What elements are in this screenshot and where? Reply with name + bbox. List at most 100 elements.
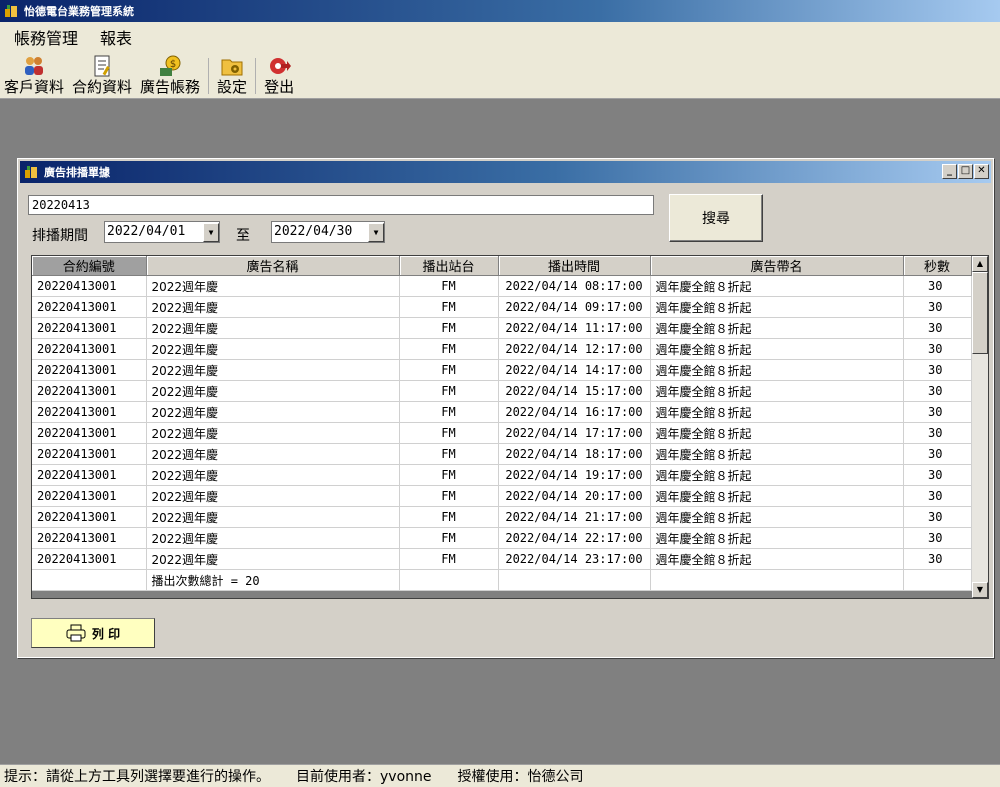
contract-button[interactable]: 合約資料 bbox=[68, 54, 136, 98]
search-button[interactable]: 搜尋 bbox=[669, 194, 763, 242]
chevron-down-icon[interactable]: ▼ bbox=[368, 223, 384, 242]
cell-contract-no: 20220413001 bbox=[32, 548, 147, 570]
cell-seconds: 30 bbox=[903, 338, 972, 360]
total-empty-cell bbox=[32, 569, 147, 591]
date-from-value: 2022/04/01 bbox=[107, 224, 186, 239]
cell-station: FM bbox=[399, 527, 499, 549]
chevron-down-icon[interactable]: ▼ bbox=[203, 223, 219, 242]
print-button[interactable]: 列 印 bbox=[31, 618, 155, 648]
cell-seconds: 30 bbox=[903, 485, 972, 507]
date-from-picker[interactable]: 2022/04/01 ▼ bbox=[104, 221, 220, 243]
table-row[interactable]: 20220413001 2022週年慶 FM 2022/04/14 11:17:00 週… bbox=[32, 317, 972, 339]
table-row[interactable]: 20220413001 2022週年慶 FM 2022/04/14 14:17:00 週… bbox=[32, 359, 972, 381]
scroll-down-icon[interactable]: ▼ bbox=[972, 582, 988, 598]
date-to-picker[interactable]: 2022/04/30 ▼ bbox=[271, 221, 385, 243]
schedule-table: 合約編號 廣告名稱 播出站台 播出時間 廣告帶名 秒數 20220413001 2… bbox=[32, 256, 972, 591]
cell-seconds: 30 bbox=[903, 296, 972, 318]
status-license: 授權使用：怡德公司 bbox=[457, 769, 584, 785]
table-row[interactable]: 20220413001 2022週年慶 FM 2022/04/14 18:17:00 週… bbox=[32, 443, 972, 465]
customer-button[interactable]: 客戶資料 bbox=[0, 54, 68, 98]
cell-station: FM bbox=[399, 401, 499, 423]
cell-contract-no: 20220413001 bbox=[32, 401, 147, 423]
child-title: 廣告排播單據 bbox=[44, 166, 110, 179]
cell-ad-name: 2022週年慶 bbox=[146, 359, 400, 381]
schedule-grid[interactable]: 合約編號 廣告名稱 播出站台 播出時間 廣告帶名 秒數 20220413001 2… bbox=[31, 255, 989, 599]
cell-air-time: 2022/04/14 14:17:00 bbox=[498, 359, 651, 381]
cell-station: FM bbox=[399, 296, 499, 318]
cell-station: FM bbox=[399, 359, 499, 381]
table-row[interactable]: 20220413001 2022週年慶 FM 2022/04/14 09:17:00 週… bbox=[32, 296, 972, 318]
table-row[interactable]: 20220413001 2022週年慶 FM 2022/04/14 21:17:00 週… bbox=[32, 506, 972, 528]
scroll-thumb[interactable] bbox=[972, 272, 988, 354]
cell-ad-name: 2022週年慶 bbox=[146, 296, 400, 318]
minimize-button[interactable]: _ bbox=[942, 164, 957, 179]
window-controls: _ □ ✕ bbox=[942, 164, 989, 179]
maximize-button[interactable]: □ bbox=[958, 164, 973, 179]
col-seconds[interactable]: 秒數 bbox=[903, 256, 972, 276]
period-label: 排播期間 bbox=[32, 228, 88, 244]
table-row[interactable]: 20220413001 2022週年慶 FM 2022/04/14 16:17:00 週… bbox=[32, 401, 972, 423]
toolbar-separator bbox=[208, 58, 210, 94]
cell-air-time: 2022/04/14 11:17:00 bbox=[498, 317, 651, 339]
cell-air-time: 2022/04/14 21:17:00 bbox=[498, 506, 651, 528]
cell-station: FM bbox=[399, 380, 499, 402]
cell-ad-name: 2022週年慶 bbox=[146, 464, 400, 486]
table-row[interactable]: 20220413001 2022週年慶 FM 2022/04/14 08:17:00 週… bbox=[32, 275, 972, 297]
table-row[interactable]: 20220413001 2022週年慶 FM 2022/04/14 17:17:00 週… bbox=[32, 422, 972, 444]
cell-tape-name: 週年慶全館８折起 bbox=[650, 359, 904, 381]
table-header: 合約編號 廣告名稱 播出站台 播出時間 廣告帶名 秒數 bbox=[32, 256, 972, 276]
contract-label: 合約資料 bbox=[72, 78, 133, 96]
contract-search-input[interactable]: 20220413 bbox=[28, 195, 654, 215]
menu-reports[interactable]: 報表 bbox=[86, 25, 140, 49]
cell-ad-name: 2022週年慶 bbox=[146, 380, 400, 402]
table-row[interactable]: 20220413001 2022週年慶 FM 2022/04/14 20:17:00 週… bbox=[32, 485, 972, 507]
child-titlebar[interactable]: 廣告排播單據 _ □ ✕ bbox=[20, 161, 991, 183]
cell-seconds: 30 bbox=[903, 443, 972, 465]
table-row[interactable]: 20220413001 2022週年慶 FM 2022/04/14 23:17:00 週… bbox=[32, 548, 972, 570]
cell-seconds: 30 bbox=[903, 422, 972, 444]
cell-tape-name: 週年慶全館８折起 bbox=[650, 317, 904, 339]
toolbar-separator bbox=[255, 58, 257, 94]
table-row[interactable]: 20220413001 2022週年慶 FM 2022/04/14 19:17:00 週… bbox=[32, 464, 972, 486]
total-empty-cell bbox=[399, 569, 499, 591]
vertical-scrollbar[interactable]: ▲ ▼ bbox=[972, 256, 988, 598]
cell-contract-no: 20220413001 bbox=[32, 527, 147, 549]
toolbar: 客戶資料 合約資料 $ 廣告帳務 設定 登出 bbox=[0, 52, 1000, 99]
col-tape-name[interactable]: 廣告帶名 bbox=[650, 256, 904, 276]
logout-label: 登出 bbox=[264, 78, 295, 96]
total-count: 播出次數總計 = 20 bbox=[146, 569, 400, 591]
col-air-time[interactable]: 播出時間 bbox=[498, 256, 651, 276]
col-ad-name[interactable]: 廣告名稱 bbox=[146, 256, 400, 276]
cell-ad-name: 2022週年慶 bbox=[146, 443, 400, 465]
settings-label: 設定 bbox=[217, 78, 248, 96]
close-button[interactable]: ✕ bbox=[974, 164, 989, 179]
cell-contract-no: 20220413001 bbox=[32, 443, 147, 465]
cell-tape-name: 週年慶全館８折起 bbox=[650, 548, 904, 570]
logout-button[interactable]: 登出 bbox=[260, 54, 298, 98]
total-empty-cell bbox=[650, 569, 904, 591]
cell-seconds: 30 bbox=[903, 464, 972, 486]
menu-accounting[interactable]: 帳務管理 bbox=[0, 25, 86, 49]
date-to-value: 2022/04/30 bbox=[274, 224, 353, 239]
ad-billing-button[interactable]: $ 廣告帳務 bbox=[136, 54, 204, 98]
settings-button[interactable]: 設定 bbox=[213, 54, 251, 98]
table-row[interactable]: 20220413001 2022週年慶 FM 2022/04/14 12:17:00 週… bbox=[32, 338, 972, 360]
cell-ad-name: 2022週年慶 bbox=[146, 485, 400, 507]
col-contract-no[interactable]: 合約編號 bbox=[32, 256, 147, 276]
cell-seconds: 30 bbox=[903, 317, 972, 339]
cell-tape-name: 週年慶全館８折起 bbox=[650, 464, 904, 486]
customers-icon bbox=[25, 57, 43, 75]
cell-air-time: 2022/04/14 22:17:00 bbox=[498, 527, 651, 549]
cell-tape-name: 週年慶全館８折起 bbox=[650, 296, 904, 318]
cell-station: FM bbox=[399, 443, 499, 465]
cell-ad-name: 2022週年慶 bbox=[146, 275, 400, 297]
cell-station: FM bbox=[399, 548, 499, 570]
table-row[interactable]: 20220413001 2022週年慶 FM 2022/04/14 15:17:00 週… bbox=[32, 380, 972, 402]
cell-contract-no: 20220413001 bbox=[32, 338, 147, 360]
cell-ad-name: 2022週年慶 bbox=[146, 317, 400, 339]
to-label: 至 bbox=[236, 228, 250, 244]
table-row[interactable]: 20220413001 2022週年慶 FM 2022/04/14 22:17:00 週… bbox=[32, 527, 972, 549]
scroll-up-icon[interactable]: ▲ bbox=[972, 256, 988, 272]
col-station[interactable]: 播出站台 bbox=[399, 256, 499, 276]
cell-station: FM bbox=[399, 506, 499, 528]
